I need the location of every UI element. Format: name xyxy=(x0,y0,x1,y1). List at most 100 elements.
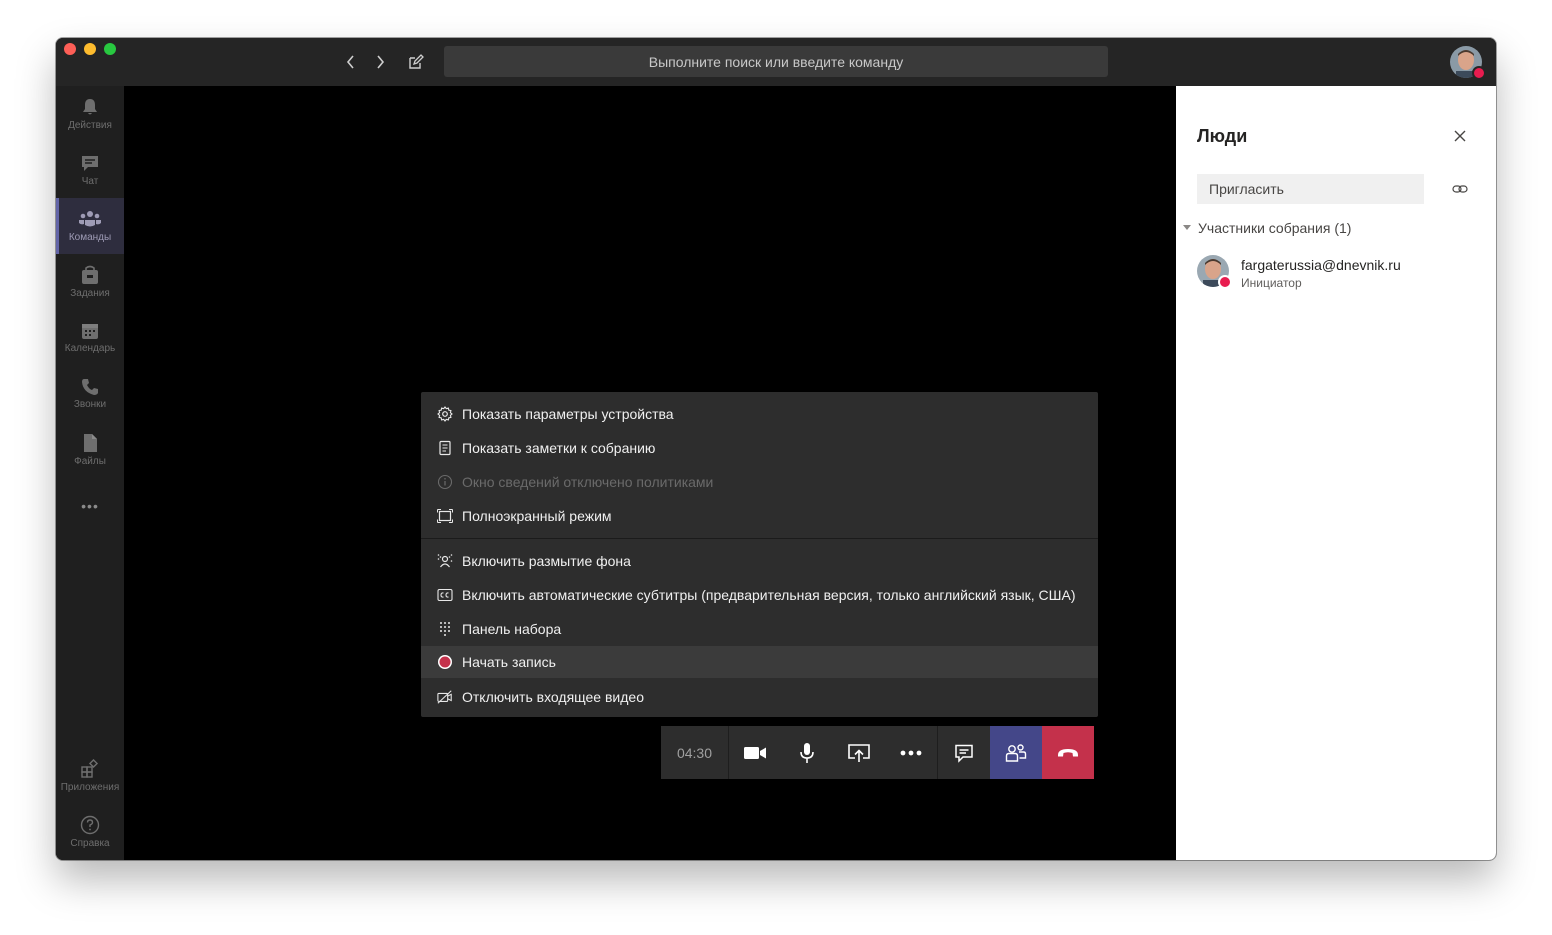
apps-icon xyxy=(81,759,99,778)
rail-item-label: Действия xyxy=(68,120,112,131)
menu-item-device-settings[interactable]: Показать параметры устройства xyxy=(421,397,1098,431)
people-panel: Люди Участники собрания (1) fargaterussi… xyxy=(1176,86,1496,860)
menu-item-label: Отключить входящее видео xyxy=(462,689,644,705)
participants-button[interactable] xyxy=(990,726,1042,779)
menu-item-background-blur[interactable]: Включить размытие фона xyxy=(421,544,1098,578)
dialpad-icon xyxy=(440,622,450,636)
chat-icon xyxy=(82,156,98,171)
forward-button[interactable] xyxy=(369,51,391,73)
menu-item-live-captions[interactable]: Включить автоматические субтитры (предва… xyxy=(421,578,1098,612)
menu-item-label: Показать заметки к собранию xyxy=(462,440,656,456)
section-label: Участники собрания (1) xyxy=(1198,220,1352,236)
search-placeholder: Выполните поиск или введите команду xyxy=(648,53,904,70)
search-input[interactable]: Выполните поиск или введите команду xyxy=(444,46,1108,77)
meeting-participants-section[interactable]: Участники собрания (1) xyxy=(1182,220,1351,236)
rail-item-calls[interactable]: Звонки xyxy=(56,366,124,422)
copy-join-link-button[interactable] xyxy=(1450,180,1470,198)
menu-item-label: Включить размытие фона xyxy=(462,553,631,569)
menu-item-dial-pad[interactable]: Панель набора xyxy=(421,612,1098,646)
microphone-button[interactable] xyxy=(781,726,833,779)
help-icon xyxy=(80,815,100,835)
titlebar: Выполните поиск или введите команду xyxy=(56,38,1496,86)
teams-window: Выполните поиск или введите команду Дейс… xyxy=(56,38,1496,860)
rail-more-button[interactable]: ••• xyxy=(56,478,124,534)
microphone-icon xyxy=(800,742,814,763)
minimize-window-button[interactable] xyxy=(84,43,96,55)
call-controls: 04:30 xyxy=(661,726,1094,779)
participant-item[interactable]: fargaterussia@dnevnik.ru Инициатор xyxy=(1197,255,1477,291)
menu-divider xyxy=(421,538,1098,539)
camera-icon xyxy=(744,746,766,759)
rail-item-label: Команды xyxy=(68,232,112,243)
menu-item-start-recording[interactable]: Начать запись xyxy=(421,646,1098,678)
info-icon xyxy=(437,474,453,490)
close-window-button[interactable] xyxy=(64,43,76,55)
menu-item-label: Включить автоматические субтитры (предва… xyxy=(462,587,1076,603)
chevron-right-icon xyxy=(377,55,385,69)
more-icon: ••• xyxy=(81,498,99,514)
more-icon xyxy=(900,750,922,755)
panel-title: Люди xyxy=(1197,126,1248,146)
busy-status-icon xyxy=(1472,66,1486,80)
bell-icon xyxy=(83,99,97,115)
teams-icon xyxy=(79,211,101,227)
notes-icon xyxy=(439,440,451,456)
menu-item-turn-off-incoming-video[interactable]: Отключить входящее видео xyxy=(421,680,1098,714)
rail-item-assignments[interactable]: Задания xyxy=(56,254,124,310)
chat-icon xyxy=(955,744,973,763)
fullscreen-icon xyxy=(437,509,453,523)
rail-item-apps[interactable]: Приложения xyxy=(56,748,124,804)
share-screen-button[interactable] xyxy=(833,726,885,779)
menu-item-label: Полноэкранный режим xyxy=(462,508,612,524)
rail-item-label: Календарь xyxy=(64,343,116,354)
hang-up-icon xyxy=(1058,748,1078,756)
hang-up-button[interactable] xyxy=(1042,726,1094,779)
assignments-icon xyxy=(82,265,98,284)
calendar-icon xyxy=(82,324,98,339)
rail-item-label: Звонки xyxy=(73,399,107,410)
more-actions-menu: Показать параметры устройства Показать з… xyxy=(421,392,1098,717)
caret-down-icon xyxy=(1183,225,1191,230)
share-screen-icon xyxy=(848,743,870,762)
camera-button[interactable] xyxy=(729,726,781,779)
call-timer: 04:30 xyxy=(661,726,729,779)
new-chat-button[interactable] xyxy=(405,51,427,73)
rail-item-help[interactable]: Справка xyxy=(56,804,124,860)
invite-input[interactable] xyxy=(1197,174,1424,204)
menu-item-label: Показать параметры устройства xyxy=(462,406,674,422)
compose-icon xyxy=(409,54,424,69)
record-icon xyxy=(438,655,452,669)
rail-item-calendar[interactable]: Календарь xyxy=(56,310,124,366)
close-panel-button[interactable] xyxy=(1450,126,1470,146)
rail-item-label: Файлы xyxy=(74,456,106,467)
rail-item-chat[interactable]: Чат xyxy=(56,142,124,198)
rail-item-label: Приложения xyxy=(60,782,120,793)
app-rail: Действия Чат Команды Задания Календарь З… xyxy=(56,86,124,860)
conversation-button[interactable] xyxy=(937,726,990,779)
blur-icon xyxy=(437,554,453,568)
menu-item-meeting-notes[interactable]: Показать заметки к собранию xyxy=(421,431,1098,465)
rail-item-teams[interactable]: Команды xyxy=(56,198,124,254)
link-icon xyxy=(1452,185,1468,193)
rail-item-activity[interactable]: Действия xyxy=(56,86,124,142)
menu-item-label: Начать запись xyxy=(462,654,556,670)
rail-item-label: Чат xyxy=(81,176,99,187)
phone-icon xyxy=(82,379,98,395)
menu-item-label: Панель набора xyxy=(462,621,562,637)
menu-item-info-pane: Окно сведений отключено политиками xyxy=(421,465,1098,499)
cc-icon xyxy=(437,588,453,602)
chevron-left-icon xyxy=(346,55,354,69)
back-button[interactable] xyxy=(340,51,362,73)
busy-status-icon xyxy=(1218,275,1232,289)
close-icon xyxy=(1454,130,1466,142)
participant-name: fargaterussia@dnevnik.ru xyxy=(1241,257,1401,273)
rail-item-files[interactable]: Файлы xyxy=(56,422,124,478)
people-icon xyxy=(1005,743,1027,762)
participant-role: Инициатор xyxy=(1241,276,1302,290)
file-icon xyxy=(84,434,97,452)
rail-item-label: Задания xyxy=(70,288,110,299)
menu-item-fullscreen[interactable]: Полноэкранный режим xyxy=(421,499,1098,533)
zoom-window-button[interactable] xyxy=(104,43,116,55)
more-actions-button[interactable] xyxy=(885,726,937,779)
menu-item-label: Окно сведений отключено политиками xyxy=(462,474,714,490)
